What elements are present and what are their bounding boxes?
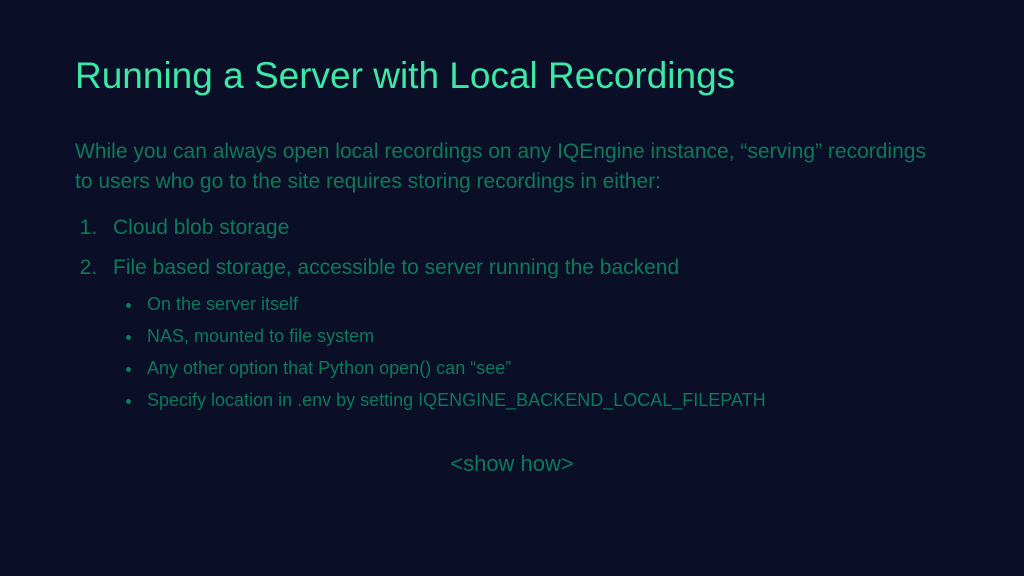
file-storage-details: On the server itself NAS, mounted to fil…	[113, 291, 949, 415]
sub-item-server: On the server itself	[143, 291, 949, 319]
sub-item-python-open: Any other option that Python open() can …	[143, 355, 949, 383]
sub-item-nas: NAS, mounted to file system	[143, 323, 949, 351]
option-text: File based storage, accessible to server…	[113, 256, 679, 279]
show-how-note: <show how>	[75, 451, 949, 477]
option-text: Cloud blob storage	[113, 216, 289, 239]
option-cloud-blob: Cloud blob storage	[103, 212, 949, 245]
slide-title: Running a Server with Local Recordings	[75, 55, 949, 97]
slide-container: Running a Server with Local Recordings W…	[0, 0, 1024, 517]
option-file-storage: File based storage, accessible to server…	[103, 252, 949, 414]
intro-paragraph: While you can always open local recordin…	[75, 137, 949, 198]
storage-options-list: Cloud blob storage File based storage, a…	[75, 212, 949, 415]
sub-item-env-setting: Specify location in .env by setting IQEN…	[143, 387, 949, 415]
